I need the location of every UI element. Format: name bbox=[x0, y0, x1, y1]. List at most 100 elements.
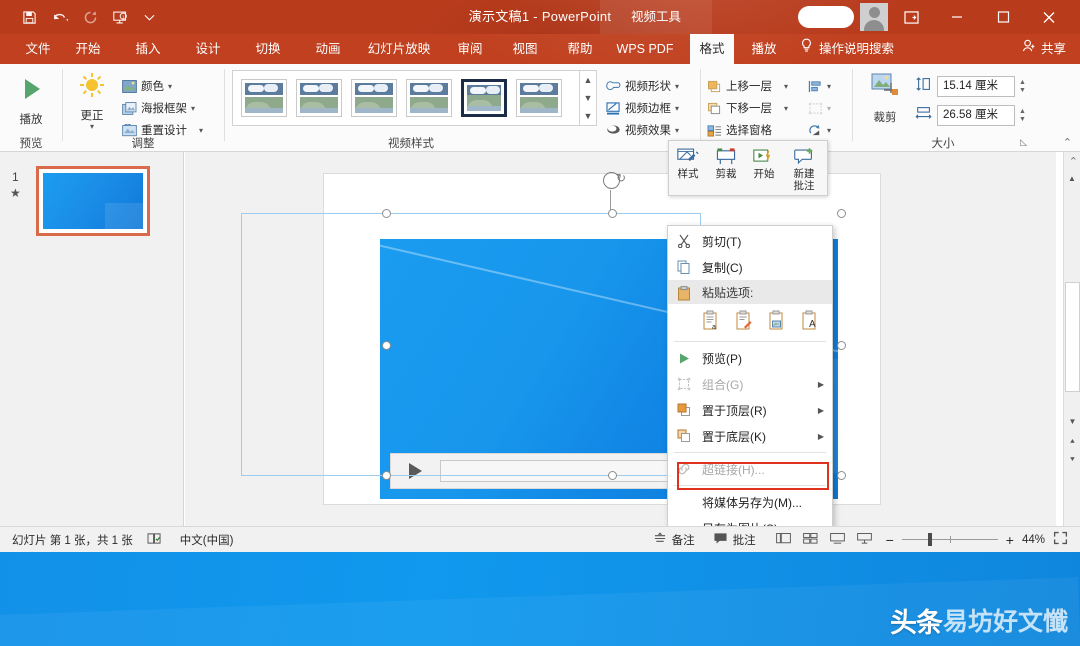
corrections-button[interactable]: 更正 ▾ bbox=[68, 72, 116, 131]
mini-style-button[interactable]: 样式 bbox=[669, 144, 707, 180]
video-shape-button[interactable]: 视频形状 ▾ bbox=[605, 75, 679, 97]
gallery-scroll-down-icon[interactable]: ▼ bbox=[580, 89, 596, 107]
align-objects-caret-icon[interactable]: ▾ bbox=[827, 82, 831, 91]
paste-text-only-icon[interactable]: A bbox=[801, 310, 820, 332]
mini-trim-button[interactable]: 剪裁 bbox=[707, 144, 745, 180]
gallery-scroll-up-icon[interactable]: ▲ bbox=[580, 71, 596, 89]
close-button[interactable] bbox=[1026, 0, 1072, 34]
ribbon-area-collapse-arrow[interactable]: ⌃ bbox=[1069, 155, 1078, 168]
video-border-caret-icon[interactable]: ▾ bbox=[675, 104, 679, 113]
send-backward-button[interactable]: 下移一层 ▾ bbox=[706, 97, 788, 119]
context-menu-item-save-media-as[interactable]: 将媒体另存为(M)... bbox=[668, 489, 832, 515]
tab-insert[interactable]: 插入 bbox=[128, 34, 168, 64]
size-dialog-launcher[interactable]: ◺ bbox=[1020, 137, 1027, 148]
video-style-thumb[interactable] bbox=[516, 79, 562, 117]
reset-design-caret-icon[interactable]: ▾ bbox=[199, 126, 203, 135]
accessibility-check-button[interactable] bbox=[147, 532, 162, 548]
video-style-thumb[interactable] bbox=[406, 79, 452, 117]
context-menu-item-cut[interactable]: 剪切(T) bbox=[668, 228, 832, 254]
next-slide-button[interactable]: ⯆ bbox=[1064, 452, 1080, 467]
fit-to-window-icon[interactable] bbox=[1053, 531, 1068, 548]
mini-playback-start-button[interactable]: 开始 bbox=[745, 144, 783, 180]
avatar[interactable] bbox=[860, 3, 888, 31]
group-objects-button[interactable]: ▾ bbox=[807, 97, 831, 119]
tab-slideshow[interactable]: 幻灯片放映 bbox=[363, 34, 435, 64]
previous-slide-button[interactable]: ⯅ bbox=[1064, 434, 1080, 449]
resize-handle-bottom-center[interactable] bbox=[608, 471, 617, 480]
tab-design[interactable]: 设计 bbox=[188, 34, 228, 64]
context-menu-item-bring-to-front[interactable]: 置于顶层(R) ▶ bbox=[668, 397, 832, 423]
resize-handle-top-left[interactable] bbox=[382, 209, 391, 218]
resize-handle-bottom-right[interactable] bbox=[837, 471, 846, 480]
video-effects-button[interactable]: 视频效果 ▾ bbox=[605, 119, 679, 141]
corrections-caret-icon[interactable]: ▾ bbox=[68, 122, 116, 131]
context-menu-item-copy[interactable]: 复制(C) bbox=[668, 254, 832, 280]
tab-animations[interactable]: 动画 bbox=[308, 34, 348, 64]
ribbon-display-options-icon[interactable] bbox=[888, 0, 934, 34]
scroll-down-button[interactable]: ▼ bbox=[1064, 414, 1080, 429]
language-indicator[interactable]: 中文(中国) bbox=[180, 532, 234, 548]
canvas-vertical-scrollbar[interactable]: ▲ ▼ ⯅ ⯆ bbox=[1063, 152, 1080, 526]
color-caret-icon[interactable]: ▾ bbox=[168, 82, 172, 91]
minimize-button[interactable] bbox=[934, 0, 980, 34]
slide-info[interactable]: 幻灯片 第 1 张，共 1 张 bbox=[12, 532, 133, 548]
shape-width-stepper[interactable]: 26.58 厘米 ▲▼ bbox=[915, 105, 1026, 126]
video-style-thumb-selected[interactable] bbox=[461, 79, 507, 117]
tab-wps-pdf[interactable]: WPS PDF bbox=[612, 34, 678, 64]
resize-handle-top-center[interactable] bbox=[608, 209, 617, 218]
resize-handle-top-right[interactable] bbox=[837, 209, 846, 218]
video-border-button[interactable]: 视频边框 ▾ bbox=[605, 97, 679, 119]
crop-button[interactable]: 裁剪 bbox=[861, 72, 909, 125]
tell-me-search[interactable]: 操作说明搜索 bbox=[800, 34, 894, 64]
shape-height-spin-arrows[interactable]: ▲▼ bbox=[1019, 76, 1026, 97]
paste-keep-formatting-icon[interactable]: a bbox=[702, 310, 721, 332]
resize-handle-middle-right[interactable] bbox=[837, 341, 846, 350]
video-styles-gallery[interactable] bbox=[232, 70, 580, 126]
ribbon-collapse-icon[interactable]: ⌃ bbox=[1063, 136, 1072, 149]
poster-frame-caret-icon[interactable]: ▾ bbox=[191, 104, 195, 113]
rotate-objects-caret-icon[interactable]: ▾ bbox=[827, 126, 831, 135]
account-name-pill[interactable] bbox=[798, 6, 854, 28]
scroll-up-button[interactable]: ▲ bbox=[1064, 170, 1080, 187]
slideshow-icon[interactable] bbox=[857, 532, 872, 548]
shape-width-spin-arrows[interactable]: ▲▼ bbox=[1019, 105, 1026, 126]
notes-button[interactable]: 备注 bbox=[653, 532, 695, 548]
video-style-thumb[interactable] bbox=[296, 79, 342, 117]
normal-view-icon[interactable] bbox=[776, 532, 791, 548]
tab-playback[interactable]: 播放 bbox=[742, 34, 786, 64]
shape-height-stepper[interactable]: 15.14 厘米 ▲▼ bbox=[915, 76, 1026, 97]
align-objects-button[interactable]: ▾ bbox=[807, 75, 831, 97]
resize-handle-middle-left[interactable] bbox=[382, 341, 391, 350]
comments-button[interactable]: 批注 bbox=[713, 532, 756, 548]
context-menu-item-preview[interactable]: 预览(P) bbox=[668, 345, 832, 371]
shape-height-value[interactable]: 15.14 厘米 bbox=[937, 76, 1015, 97]
video-effects-caret-icon[interactable]: ▾ bbox=[675, 126, 679, 135]
video-shape-caret-icon[interactable]: ▾ bbox=[675, 82, 679, 91]
paste-merge-formatting-icon[interactable] bbox=[735, 310, 754, 332]
share-button[interactable]: 共享 bbox=[1022, 34, 1066, 64]
play-button[interactable]: 播放 bbox=[2, 74, 60, 127]
zoom-slider-knob[interactable] bbox=[928, 533, 932, 546]
context-menu-paste-options-row[interactable]: a A bbox=[668, 304, 832, 338]
tab-help[interactable]: 帮助 bbox=[560, 34, 600, 64]
rotate-objects-button[interactable]: ▾ bbox=[807, 119, 831, 141]
color-button[interactable]: 颜色 ▾ bbox=[121, 75, 172, 97]
scrollbar-thumb[interactable] bbox=[1065, 282, 1080, 392]
zoom-out-button[interactable]: − bbox=[886, 532, 894, 548]
bring-forward-caret-icon[interactable]: ▾ bbox=[784, 82, 788, 91]
tab-file[interactable]: 文件 bbox=[18, 34, 58, 64]
maximize-button[interactable] bbox=[980, 0, 1026, 34]
video-style-thumb[interactable] bbox=[351, 79, 397, 117]
video-style-thumb[interactable] bbox=[241, 79, 287, 117]
tab-view[interactable]: 视图 bbox=[505, 34, 545, 64]
mini-toolbar[interactable]: 样式 剪裁 开始 新建 批注 bbox=[668, 140, 828, 196]
resize-handle-bottom-left[interactable] bbox=[382, 471, 391, 480]
reading-view-icon[interactable] bbox=[830, 532, 845, 548]
tab-transitions[interactable]: 切换 bbox=[248, 34, 288, 64]
paste-picture-icon[interactable] bbox=[768, 310, 787, 332]
tab-format[interactable]: 格式 bbox=[690, 34, 734, 64]
gallery-more-icon[interactable]: ▼ bbox=[580, 107, 596, 125]
mini-new-comment-button[interactable]: 新建 批注 bbox=[783, 144, 825, 192]
video-play-icon[interactable] bbox=[409, 463, 422, 479]
tab-review[interactable]: 审阅 bbox=[450, 34, 490, 64]
